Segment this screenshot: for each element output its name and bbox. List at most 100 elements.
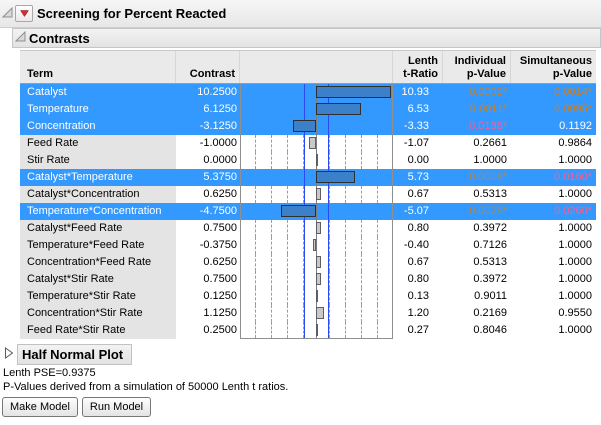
table-row[interactable]: Catalyst10.250010.930.0002*0.0014* — [20, 84, 596, 101]
t-ratio-cell: -3.33 — [393, 118, 443, 135]
disclosure-open-icon[interactable] — [2, 5, 13, 23]
t-ratio-cell: 5.73 — [393, 169, 443, 186]
plot-gridline — [287, 254, 288, 271]
table-row[interactable]: Concentration*Feed Rate0.6250 0.670.53131… — [20, 254, 596, 271]
table-row[interactable]: Temperature*Concentration-4.7500-5.070.0… — [20, 203, 596, 220]
plot-gridline — [255, 186, 256, 203]
table-row[interactable]: Temperature6.12506.530.0011*0.0095* — [20, 101, 596, 118]
plot-gridline — [255, 254, 256, 271]
half-normal-plot-section-header: Half Normal Plot — [2, 344, 132, 365]
table-row[interactable]: Feed Rate-1.0000-1.070.26610.9864 — [20, 135, 596, 152]
margin-of-error-line — [328, 203, 329, 220]
contrast-cell: 0.1250 — [176, 288, 240, 305]
plot-zero-line — [316, 237, 317, 254]
contrast-cell: 10.2500 — [176, 84, 240, 101]
plot-gridline — [271, 220, 272, 237]
plot-gridline — [377, 305, 378, 322]
plot-gridline — [377, 254, 378, 271]
contrast-cell: 0.6250 — [176, 186, 240, 203]
make-model-button[interactable]: Make Model — [2, 397, 78, 417]
simultaneous-p-value-cell: 0.0160* — [511, 169, 596, 186]
table-row[interactable]: Concentration-3.1250-3.330.0138*0.1192 — [20, 118, 596, 135]
t-ratio-cell: -5.07 — [393, 203, 443, 220]
contrast-bar — [309, 137, 316, 149]
table-row[interactable]: Feed Rate*Stir Rate0.25000.270.80461.000… — [20, 322, 596, 339]
plot-gridline — [287, 237, 288, 254]
screening-report-window: Screening for Percent Reacted Contrasts … — [0, 0, 601, 425]
individual-p-value-cell: 0.0018* — [443, 169, 511, 186]
plot-zero-line — [316, 203, 317, 220]
col-header-term: Term — [20, 51, 176, 83]
plot-gridline — [271, 254, 272, 271]
table-row[interactable]: Concentration*Stir Rate1.12501.200.21690… — [20, 305, 596, 322]
plot-gridline — [255, 237, 256, 254]
plot-gridline — [329, 237, 330, 254]
contrast-plot-cell — [240, 305, 393, 322]
table-row[interactable]: Catalyst*Feed Rate0.75000.800.39721.0000 — [20, 220, 596, 237]
red-triangle-menu-button[interactable] — [15, 5, 33, 22]
margin-of-error-line — [304, 305, 305, 322]
plot-gridline — [287, 322, 288, 338]
individual-p-value-cell: 0.5313 — [443, 254, 511, 271]
margin-of-error-line — [328, 152, 329, 169]
table-row[interactable]: Temperature*Stir Rate0.12500.130.90111.0… — [20, 288, 596, 305]
plot-gridline — [377, 220, 378, 237]
table-row[interactable]: Catalyst*Stir Rate0.75000.800.39721.0000 — [20, 271, 596, 288]
contrast-cell: 0.2500 — [176, 322, 240, 339]
run-model-button[interactable]: Run Model — [82, 397, 151, 417]
t-ratio-cell: 0.80 — [393, 271, 443, 288]
contrast-cell: 1.1250 — [176, 305, 240, 322]
margin-of-error-line — [304, 186, 305, 203]
simultaneous-p-value-cell: 0.1192 — [511, 118, 596, 135]
plot-gridline — [345, 186, 346, 203]
plot-gridline — [345, 237, 346, 254]
report-title-bar: Screening for Percent Reacted — [0, 0, 601, 28]
contrast-plot-cell — [240, 186, 393, 203]
disclosure-open-icon[interactable] — [15, 29, 26, 47]
plot-gridline — [361, 237, 362, 254]
plot-gridline — [377, 152, 378, 169]
plot-gridline — [329, 305, 330, 322]
term-cell: Concentration*Feed Rate — [20, 254, 176, 271]
plot-gridline — [345, 288, 346, 305]
half-normal-plot-title[interactable]: Half Normal Plot — [17, 344, 132, 365]
col-header-lenth-t-ratio: Lentht-Ratio — [393, 51, 443, 83]
t-ratio-cell: 0.67 — [393, 254, 443, 271]
contrast-cell: -0.3750 — [176, 237, 240, 254]
plot-gridline — [271, 135, 272, 152]
margin-of-error-line — [304, 254, 305, 271]
term-cell: Concentration — [20, 118, 176, 135]
term-cell: Stir Rate — [20, 152, 176, 169]
margin-of-error-line — [304, 135, 305, 152]
simultaneous-p-value-cell: 1.0000 — [511, 254, 596, 271]
table-row[interactable]: Catalyst*Concentration0.62500.670.53131.… — [20, 186, 596, 203]
plot-gridline — [287, 186, 288, 203]
individual-p-value-cell: 0.7126 — [443, 237, 511, 254]
margin-of-error-line — [328, 118, 329, 135]
disclosure-closed-icon[interactable] — [4, 346, 14, 364]
t-ratio-cell: 0.27 — [393, 322, 443, 339]
contrast-cell: 6.1250 — [176, 101, 240, 118]
action-buttons: Make Model Run Model — [2, 397, 151, 417]
t-ratio-cell: 6.53 — [393, 101, 443, 118]
table-row[interactable]: Temperature*Feed Rate-0.3750-0.400.71261… — [20, 237, 596, 254]
contrast-bar — [316, 324, 318, 336]
plot-gridline — [329, 152, 330, 169]
plot-gridline — [329, 135, 330, 152]
plot-gridline — [255, 220, 256, 237]
simultaneous-p-value-cell: 0.9864 — [511, 135, 596, 152]
margin-of-error-line — [304, 169, 305, 186]
margin-of-error-line — [328, 305, 329, 322]
contrast-plot-cell — [240, 220, 393, 237]
contrast-bar — [316, 307, 324, 319]
term-cell: Catalyst*Concentration — [20, 186, 176, 203]
table-row[interactable]: Stir Rate0.00000.001.00001.0000 — [20, 152, 596, 169]
contrast-plot-cell — [240, 271, 393, 288]
plot-zero-line — [316, 118, 317, 135]
plot-zero-line — [316, 135, 317, 152]
margin-of-error-line — [304, 271, 305, 288]
contrast-cell: 0.6250 — [176, 254, 240, 271]
table-row[interactable]: Catalyst*Temperature5.37505.730.0018*0.0… — [20, 169, 596, 186]
plot-gridline — [271, 271, 272, 288]
contrast-cell: 0.7500 — [176, 271, 240, 288]
